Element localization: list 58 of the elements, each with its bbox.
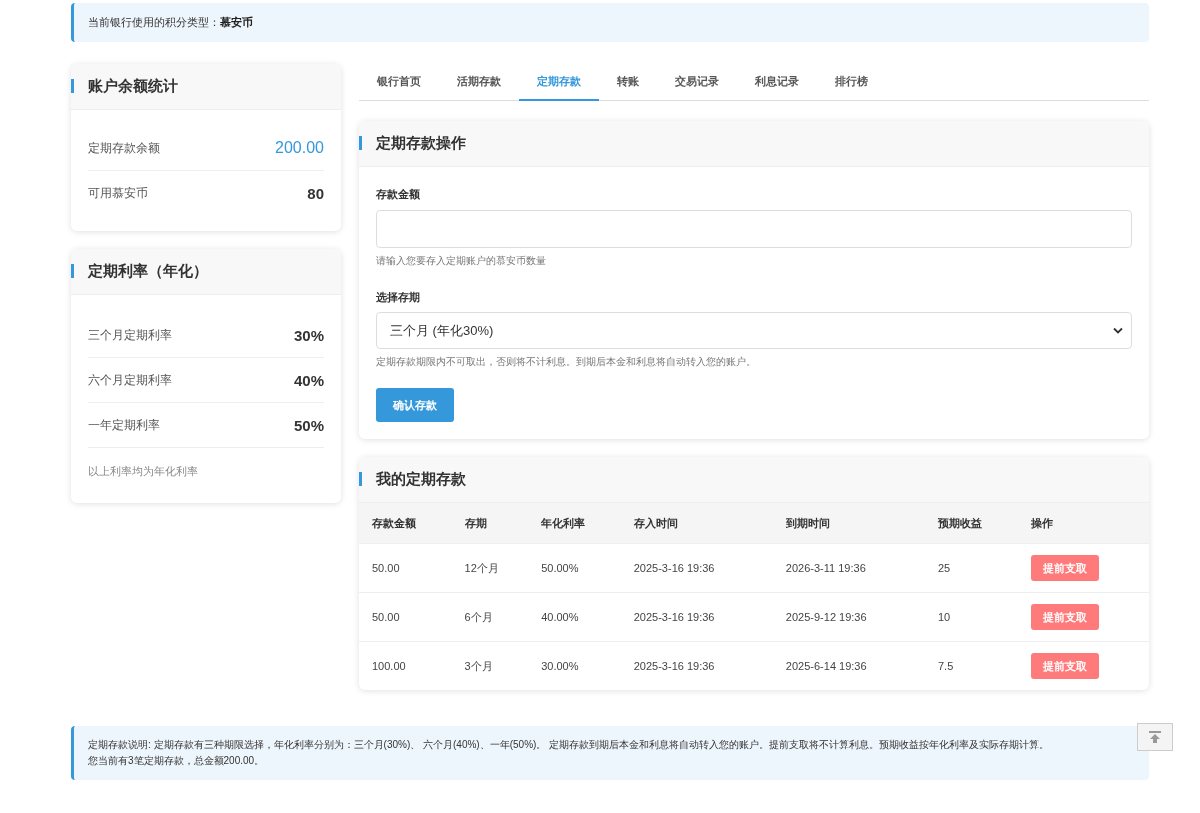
table-cell: 40.00% (528, 592, 621, 642)
table-cell: 2025-3-16 19:36 (620, 641, 773, 690)
table-cell: 2025-6-14 19:36 (772, 641, 925, 690)
stat-value: 50% (293, 416, 324, 434)
table-cell: 25 (925, 543, 1018, 593)
table-cell: 7.5 (925, 641, 1018, 690)
rates-note: 以上利率均为年化利率 (88, 464, 199, 479)
table-cell: 2026-3-11 19:36 (772, 543, 925, 593)
chevron-icon (1113, 327, 1123, 334)
back-to-top-button[interactable] (1137, 723, 1173, 751)
table-cell: 30.00% (528, 641, 621, 690)
table-cell: 10 (925, 592, 1018, 642)
field-label: 存款金额 (376, 187, 421, 202)
tab[interactable]: 利息记录 (737, 64, 817, 101)
field-hint: 定期存款期限内不可取出，否则将不计利息。到期后本金和利息将自动转入您的账户。 (376, 355, 757, 369)
table-cell: 50.00% (528, 543, 621, 593)
field-label: 选择存期 (376, 290, 421, 305)
stat-label: 六个月定期利率 (88, 371, 172, 389)
tab[interactable]: 转账 (599, 64, 657, 101)
stat-value: 80 (307, 184, 324, 202)
term-select[interactable]: 三个月 (年化30%) (376, 312, 1132, 349)
table-cell: 2025-9-12 19:36 (772, 592, 925, 642)
info-text: 您当前有3笔定期存款，总金额200.00。 (88, 754, 266, 768)
table-cell: 100.00 (359, 641, 452, 690)
tab[interactable]: 活期存款 (439, 64, 519, 101)
stat-value: 40% (293, 371, 324, 389)
field-hint: 请输入您要存入定期账户的慕安币数量 (376, 254, 547, 268)
card-title: 我的定期存款 (376, 470, 466, 489)
card-title: 定期利率（年化） (88, 262, 208, 281)
tab[interactable]: 排行榜 (817, 64, 886, 101)
tab[interactable]: 银行首页 (359, 64, 439, 101)
column-header: 预期收益 (925, 503, 1018, 544)
up-arrow-icon (1148, 730, 1162, 744)
input-field[interactable] (376, 210, 1132, 248)
notice-text: 当前银行使用的积分类型：慕安币 (88, 15, 253, 30)
card-title: 账户余额统计 (88, 77, 178, 96)
stat-value: 30% (293, 326, 324, 344)
column-header: 操作 (1017, 503, 1149, 544)
table-cell: 50.00 (359, 592, 452, 642)
stat-label: 可用慕安币 (88, 184, 148, 202)
column-header: 存入时间 (620, 503, 773, 544)
table-cell: 50.00 (359, 543, 452, 593)
table-cell: 12个月 (451, 543, 529, 593)
stat-label: 定期存款余额 (88, 139, 160, 157)
column-header: 年化利率 (528, 503, 621, 544)
column-header: 到期时间 (772, 503, 925, 544)
table-cell: 2025-3-16 19:36 (620, 592, 773, 642)
stat-value: 200.00 (275, 139, 324, 157)
stat-label: 三个月定期利率 (88, 326, 172, 344)
column-header: 存款金额 (359, 503, 452, 544)
table-cell: 2025-3-16 19:36 (620, 543, 773, 593)
info-text: 定期存款说明: 定期存款有三种期限选择，年化利率分别为：三个月(30%)、 六个月(40%)、一年(50%)。 定期存款到期后本金和利息将自动转入您的账户。提前支取将不计算利息。预期收益按年化利率及实际存期计算。 (88, 738, 1051, 752)
stat-label: 一年定期利率 (88, 416, 160, 434)
card-title: 定期存款操作 (376, 134, 466, 153)
column-header: 存期 (451, 503, 529, 544)
table-cell: 6个月 (451, 592, 529, 642)
table-cell: 3个月 (451, 641, 529, 690)
tab[interactable]: 交易记录 (657, 64, 737, 101)
